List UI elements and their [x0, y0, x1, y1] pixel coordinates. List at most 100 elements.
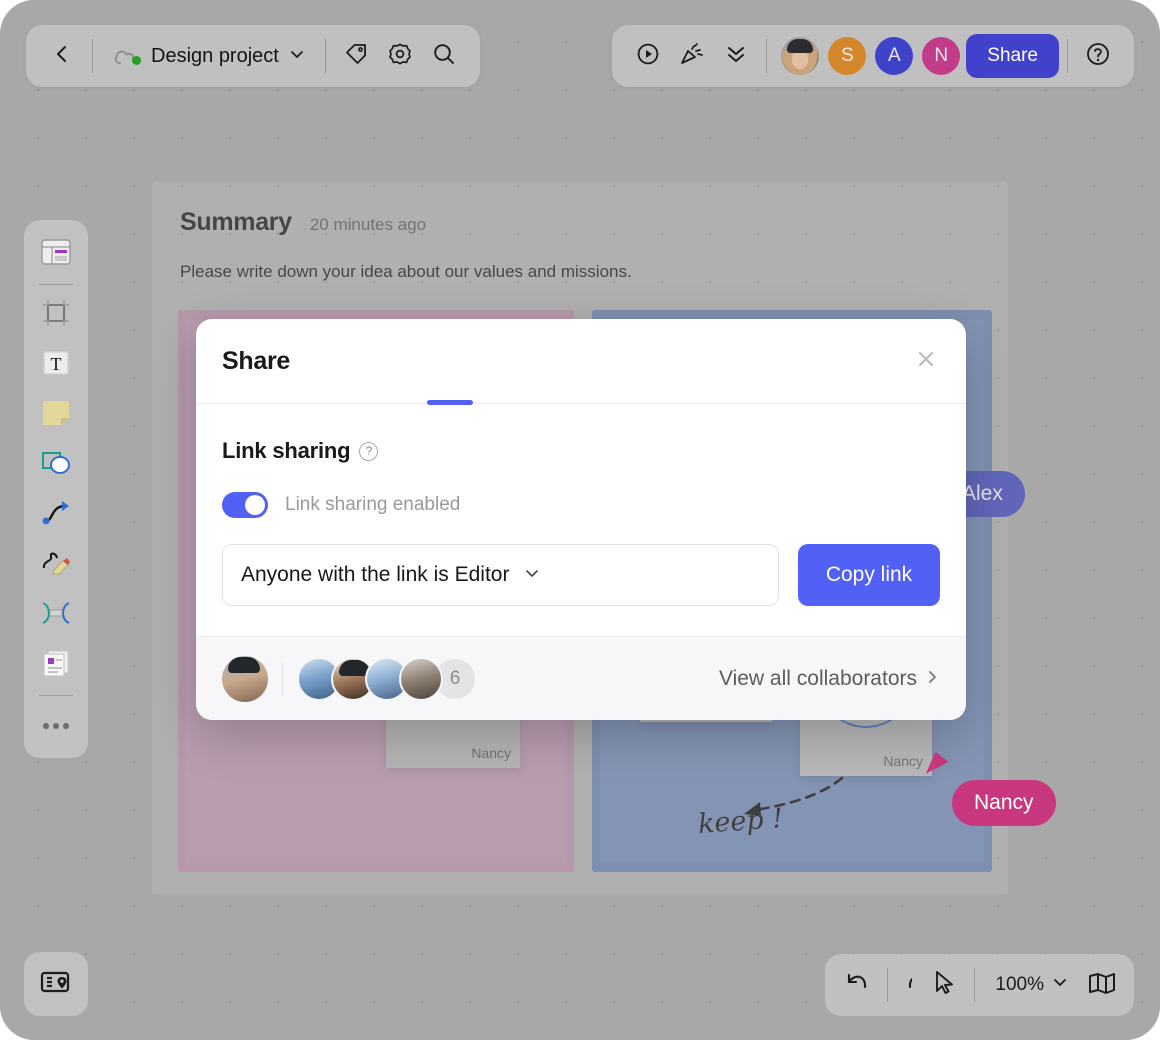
avatar[interactable] [399, 656, 443, 701]
dialog-footer: 6 View all collaborators [196, 636, 966, 720]
close-button[interactable] [910, 345, 942, 377]
avatar[interactable]: S [828, 37, 867, 75]
zoom-bar: 100% [912, 954, 1134, 1016]
collapse-button[interactable] [714, 34, 758, 78]
chevrons-down-icon [725, 43, 747, 70]
celebrate-button[interactable] [670, 34, 714, 78]
search-icon [432, 42, 456, 71]
dialog-header: Share [196, 319, 966, 405]
sticky-note-icon [42, 400, 70, 431]
dialog-body: Link sharing ? Link sharing enabled Anyo… [196, 404, 966, 636]
rail-divider [39, 695, 73, 696]
card-icon [42, 649, 70, 682]
tool-card[interactable] [32, 641, 80, 689]
close-icon [917, 350, 935, 373]
frame-icon [42, 299, 70, 332]
view-all-collaborators-link[interactable]: View all collaborators [719, 667, 940, 691]
collaborator-avatars: S A N [781, 37, 961, 75]
gear-icon [388, 42, 412, 71]
avatar[interactable] [781, 37, 820, 75]
connection-lines-icon [41, 600, 71, 631]
avatar-initial: S [840, 45, 854, 66]
toolbar-divider [887, 968, 888, 1002]
project-menu-button[interactable]: Design project [101, 34, 317, 78]
zoom-level-value: 100% [995, 974, 1044, 995]
toolbar-divider [766, 39, 768, 73]
present-button[interactable] [626, 34, 670, 78]
question-circle-icon [1085, 41, 1111, 72]
avatar-initial: N [934, 45, 949, 66]
toolbar-divider [324, 39, 326, 73]
chevron-left-icon [52, 44, 72, 69]
toggle-label: Link sharing enabled [285, 494, 461, 515]
question-mark-icon[interactable]: ? [359, 441, 379, 461]
link-sharing-section-header: Link sharing ? [222, 438, 940, 464]
avatar[interactable]: N [922, 37, 961, 75]
cloud-icon [113, 45, 141, 67]
tool-templates[interactable] [32, 230, 80, 278]
main-toolbar-right: S A N Share [612, 25, 1134, 87]
collaborators-group: 6 [222, 655, 477, 702]
chevron-right-icon [926, 667, 940, 691]
main-toolbar-left: Design project [26, 25, 480, 87]
tool-shapes[interactable] [32, 441, 80, 489]
link-sharing-toggle-row: Link sharing enabled [222, 492, 940, 518]
tag-icon [344, 42, 368, 71]
cursor-label: Nancy [974, 791, 1034, 814]
view-all-label: View all collaborators [718, 666, 917, 690]
owner-avatar[interactable] [222, 655, 268, 702]
select-tool-button[interactable] [922, 963, 966, 1007]
permission-value: Anyone with the link is Editor [241, 563, 510, 586]
party-popper-icon [679, 42, 705, 71]
tool-more-options[interactable] [32, 702, 80, 750]
chevron-down-icon [523, 564, 541, 587]
share-button[interactable]: Share [966, 34, 1059, 78]
cursor-pointer-icon [932, 970, 956, 1001]
link-permission-row: Anyone with the link is Editor Copy link [222, 544, 940, 606]
back-button[interactable] [40, 34, 84, 78]
connector-icon [41, 500, 71, 531]
tool-sticky-note[interactable] [32, 391, 80, 439]
app-root: Summary 20 minutes ago Please write down… [0, 0, 1160, 1040]
minimap-toggle-button[interactable] [24, 952, 88, 1016]
rail-divider [39, 284, 73, 285]
undo-icon [844, 971, 870, 1000]
collaborator-cursor-nancy: Nancy [952, 780, 1056, 826]
tool-frame[interactable] [32, 291, 80, 339]
tool-rail: T [24, 220, 88, 758]
tool-connection-lines[interactable] [32, 591, 80, 639]
link-sharing-toggle[interactable] [222, 492, 268, 518]
copy-link-button[interactable]: Copy link [798, 544, 940, 606]
pen-icon [41, 550, 71, 581]
undo-button[interactable] [835, 963, 879, 1007]
minimap-button[interactable] [1080, 963, 1124, 1007]
collaborator-avatar-stack: 6 [297, 656, 477, 701]
toolbar-divider [1067, 39, 1068, 73]
online-status-dot [132, 56, 141, 65]
shapes-icon [41, 450, 71, 481]
chevron-down-icon [289, 46, 305, 67]
settings-button[interactable] [378, 34, 422, 78]
permission-select[interactable]: Anyone with the link is Editor [222, 544, 779, 606]
tool-connector[interactable] [32, 491, 80, 539]
templates-icon [41, 238, 71, 270]
tool-pen[interactable] [32, 541, 80, 589]
search-button[interactable] [422, 34, 466, 78]
dialog-title: Share [222, 346, 290, 375]
avatar-initial: A [887, 45, 901, 66]
minimap-location-icon [40, 969, 72, 1000]
toolbar-divider [92, 39, 93, 73]
tool-text[interactable]: T [32, 341, 80, 389]
more-options-icon [42, 717, 70, 735]
footer-divider [282, 661, 283, 696]
zoom-level-button[interactable]: 100% [983, 963, 1080, 1007]
svg-text:T: T [51, 354, 62, 374]
tags-button[interactable] [334, 34, 378, 78]
help-button[interactable] [1076, 34, 1120, 78]
avatar[interactable]: A [875, 37, 914, 75]
whiteboard-canvas[interactable]: Summary 20 minutes ago Please write down… [0, 0, 1160, 1040]
play-circle-icon [636, 42, 660, 71]
share-dialog: Share Link sharing ? Link sharing enable… [196, 319, 966, 720]
active-tab-indicator [427, 400, 473, 405]
project-name: Design project [151, 44, 279, 67]
